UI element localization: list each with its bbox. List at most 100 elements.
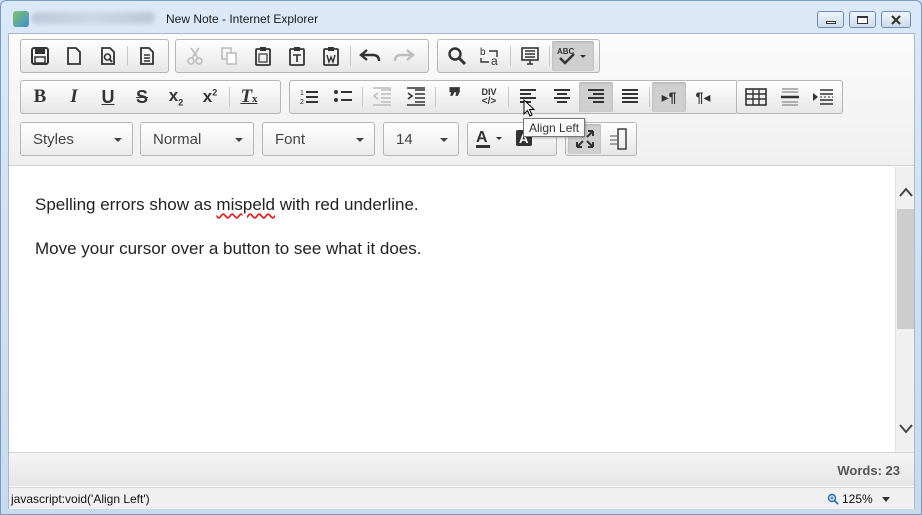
toolbar-separator (127, 46, 128, 66)
zoom-icon (827, 493, 839, 505)
minimize-button[interactable] (817, 11, 844, 28)
copy-icon (221, 47, 237, 65)
editor-paragraph: Move your cursor over a button to see wh… (35, 239, 422, 258)
scroll-thumb[interactable] (897, 209, 914, 329)
table-button[interactable] (739, 82, 773, 112)
font-size-dropdown-label: 14 (396, 130, 413, 148)
spellcheck-icon: ABC (557, 47, 586, 65)
tooltip: Align Left (523, 118, 586, 137)
superscript-icon: x2 (202, 87, 218, 106)
increase-indent-button[interactable] (399, 82, 433, 112)
scroll-up-button[interactable] (896, 177, 915, 207)
toolbar-separator (649, 87, 650, 107)
chevron-down-icon (898, 424, 913, 434)
cut-button[interactable] (178, 41, 212, 71)
text-color-icon: A (476, 129, 502, 148)
toolbar-separator (350, 46, 351, 66)
paste-button[interactable] (246, 41, 280, 71)
italic-button[interactable]: I (57, 82, 91, 112)
horizontal-line-icon (780, 88, 799, 106)
text-direction-ltr-button[interactable]: ▸¶ (652, 82, 686, 112)
select-all-icon (521, 47, 539, 65)
scroll-down-button[interactable] (896, 414, 915, 444)
align-right-button[interactable] (579, 82, 613, 112)
close-button[interactable] (881, 11, 911, 28)
replace-button[interactable]: ba (474, 41, 508, 71)
svg-text:b: b (480, 47, 486, 58)
toolbar-separator (508, 87, 509, 107)
font-dropdown[interactable]: Font (262, 122, 375, 156)
svg-text:2: 2 (300, 99, 304, 106)
templates-icon (140, 47, 154, 65)
clipboard-group (175, 39, 429, 73)
paste-text-button[interactable] (280, 41, 314, 71)
undo-button[interactable] (353, 41, 387, 71)
remove-format-button[interactable]: Tx (232, 82, 266, 112)
find-button[interactable] (440, 41, 474, 71)
paragraph-group: 12 ❞ DIV </> ▸¶ ¶◂ (289, 80, 738, 114)
redo-button[interactable] (387, 41, 421, 71)
svg-text:A: A (476, 129, 488, 146)
superscript-button[interactable]: x2 (193, 82, 227, 112)
bulleted-list-button[interactable] (326, 82, 360, 112)
paste-word-button[interactable] (314, 41, 348, 71)
maximize-button[interactable] (849, 11, 876, 28)
toolbar-separator (229, 87, 230, 107)
toolbar-separator (549, 46, 550, 66)
zoom-dropdown-icon[interactable] (882, 497, 890, 502)
toolbar-separator (362, 87, 363, 107)
blockquote-button[interactable]: ❞ (438, 82, 472, 112)
status-text: javascript:void('Align Left') (11, 492, 150, 506)
format-dropdown[interactable]: Normal (140, 122, 254, 156)
find-icon (448, 47, 467, 66)
chevron-down-icon (114, 138, 122, 142)
decrease-indent-button[interactable] (365, 82, 399, 112)
page-break-button[interactable] (806, 82, 840, 112)
horizontal-line-button[interactable] (773, 82, 807, 112)
numbered-list-icon: 12 (300, 90, 318, 106)
document-group (20, 39, 169, 73)
misspelled-word[interactable]: mispeld (216, 195, 275, 214)
strikethrough-button[interactable]: S (125, 82, 159, 112)
preview-button[interactable] (91, 41, 125, 71)
text-direction-rtl-button[interactable]: ¶◂ (686, 82, 720, 112)
copy-button[interactable] (212, 41, 246, 71)
page-break-icon (813, 89, 834, 105)
styles-dropdown[interactable]: Styles (20, 122, 133, 156)
templates-button[interactable] (130, 41, 164, 71)
save-button[interactable] (23, 41, 57, 71)
paste-word-icon (323, 47, 339, 66)
justify-icon (622, 89, 638, 103)
subscript-button[interactable]: x2 (159, 82, 193, 112)
paragraph-text: Spelling errors show as (35, 195, 217, 214)
editor-body[interactable]: Spelling errors show as mispeld with red… (9, 167, 894, 452)
font-size-dropdown[interactable]: 14 (383, 122, 459, 156)
bold-button[interactable]: B (23, 82, 57, 112)
justify-button[interactable] (613, 82, 647, 112)
text-color-button[interactable]: A (470, 124, 510, 154)
show-blocks-button[interactable] (601, 124, 634, 154)
align-center-button[interactable] (545, 82, 579, 112)
vertical-scrollbar[interactable] (895, 167, 914, 452)
editing-group: ba ABC (437, 39, 600, 73)
zoom-control[interactable]: 125% (827, 492, 873, 506)
create-div-button[interactable]: DIV </> (472, 82, 506, 112)
zoom-level: 125% (842, 492, 873, 506)
decrease-indent-icon (372, 87, 391, 106)
editor-paragraph: Spelling errors show as mispeld with red… (35, 195, 868, 215)
basic-styles-group: B I U S x2 x2 Tx (20, 80, 281, 114)
insert-group (736, 80, 843, 114)
spellcheck-button[interactable]: ABC (552, 41, 594, 71)
numbered-list-button[interactable]: 12 (292, 82, 326, 112)
window-title: New Note - Internet Explorer (166, 12, 319, 26)
styles-dropdown-label: Styles (33, 130, 74, 148)
new-page-button[interactable] (57, 41, 91, 71)
editor-container: ba ABC B I U S x2 x2 Tx 1 2 ❞ DIV </> ▸¶… (8, 33, 915, 509)
word-count: Words: 23 (837, 463, 900, 478)
maximize-icon (857, 15, 868, 24)
select-all-button[interactable] (513, 41, 547, 71)
svg-text:1: 1 (300, 90, 304, 97)
underline-button[interactable]: U (91, 82, 125, 112)
chevron-up-icon (898, 187, 913, 197)
replace-icon: ba (480, 47, 498, 67)
